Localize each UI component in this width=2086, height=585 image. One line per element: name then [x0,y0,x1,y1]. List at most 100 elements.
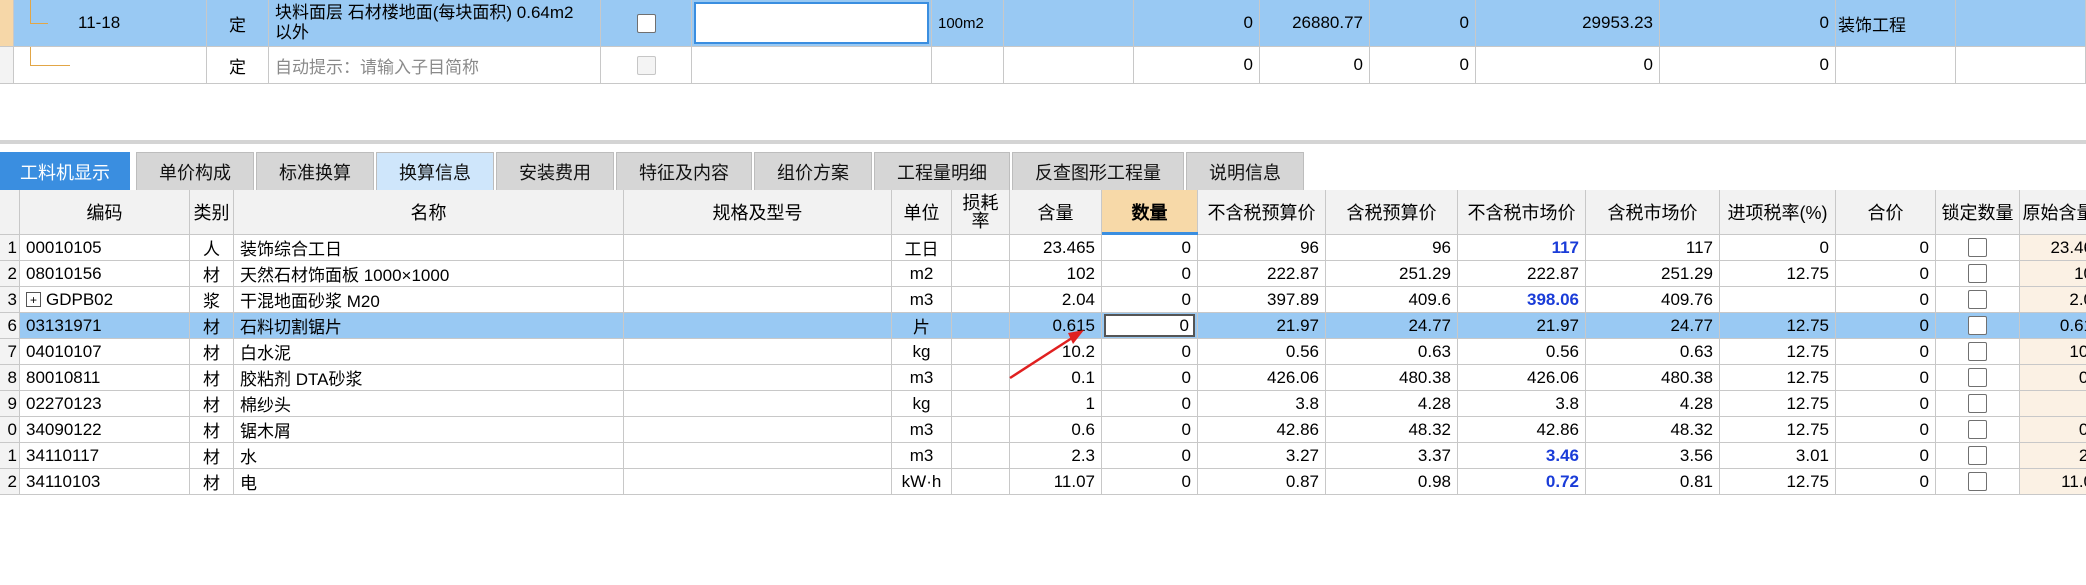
cell-qty[interactable]: 0 [1102,469,1198,495]
table-row[interactable]: 8 80010811 材胶粘剂 DTA砂浆 m3 0.1 0 426.06 480.38 426… [0,365,2086,391]
cell-market-ex[interactable]: 222.87 [1458,261,1586,287]
header-spec[interactable]: 规格及型号 [624,190,892,235]
table-row[interactable]: 2 34110103 材电 kW·h 11.07 0 0.87 0.98 0.72 0.81 12.… [0,469,2086,495]
hint-cell[interactable]: 自动提示：请输入子目简称 [269,47,601,84]
tab-unit-price[interactable]: 单价构成 [136,152,254,190]
cell-qty[interactable]: 0 [1102,313,1198,339]
cell-name[interactable]: 装饰综合工日 [234,235,624,261]
cell-market-ex[interactable]: 0.56 [1458,339,1586,365]
header-name[interactable]: 名称 [234,190,624,235]
cell-lock[interactable] [1936,287,2020,313]
cell-content[interactable]: 11.07 [1010,469,1102,495]
lock-checkbox[interactable] [1968,446,1987,465]
tab-reverse-lookup[interactable]: 反查图形工程量 [1012,152,1184,190]
cell-qty[interactable]: 0 [1102,261,1198,287]
lock-checkbox[interactable] [1968,264,1987,283]
header-qty[interactable]: 数量 [1102,190,1198,235]
edit-cell[interactable] [692,47,932,84]
tab-install-fee[interactable]: 安装费用 [496,152,614,190]
cell-lock[interactable] [1936,261,2020,287]
cell-name[interactable]: 胶粘剂 DTA砂浆 [234,365,624,391]
cell-qty[interactable]: 0 [1102,417,1198,443]
header-budget-ex[interactable]: 不含税预算价 [1198,190,1326,235]
cell-lock[interactable] [1936,339,2020,365]
cell-lock[interactable] [1936,313,2020,339]
qty-input[interactable]: 0 [1104,314,1195,337]
cell-name[interactable]: 干混地面砂浆 M20 [234,287,624,313]
header-orig[interactable]: 原始含量 [2020,190,2086,235]
lock-checkbox[interactable] [1968,472,1987,491]
cell-qty[interactable]: 0 [1102,287,1198,313]
cell-name[interactable]: 天然石材饰面板 1000×1000 [234,261,624,287]
tab-pricing-plan[interactable]: 组价方案 [754,152,872,190]
table-row[interactable]: 3 + GDPB02 浆干混地面砂浆 M20 m3 2.04 0 397.89 409.6 398… [0,287,2086,313]
header-market-ex[interactable]: 不含税市场价 [1458,190,1586,235]
checkbox-cell[interactable] [601,0,692,47]
checkbox-cell[interactable] [601,47,692,84]
cell-qty[interactable]: 0 [1102,443,1198,469]
cell-name[interactable]: 棉纱头 [234,391,624,417]
tab-labor-material[interactable]: 工料机显示 [0,152,130,190]
cell-content[interactable]: 1 [1010,391,1102,417]
lock-checkbox[interactable] [1968,368,1987,387]
top-row-selected[interactable]: 11-18 定 块料面层 石材楼地面(每块面积) 0.64m2 以外 100m2… [0,0,2086,47]
header-total[interactable]: 合价 [1836,190,1936,235]
cell-market-ex[interactable]: 3.46 [1458,443,1586,469]
cell-content[interactable]: 23.465 [1010,235,1102,261]
cell-content[interactable]: 10.2 [1010,339,1102,365]
lock-checkbox[interactable] [1968,420,1987,439]
header-market-in[interactable]: 含税市场价 [1586,190,1720,235]
cell-content[interactable]: 2.04 [1010,287,1102,313]
cell-name[interactable]: 锯木屑 [234,417,624,443]
cell-qty[interactable]: 0 [1102,235,1198,261]
table-row[interactable]: 6 03131971 材石料切割锯片片 0.615 0 21.97 24.77 21.97 24… [0,313,2086,339]
header-code[interactable]: 编码 [20,190,190,235]
lock-checkbox[interactable] [1968,394,1987,413]
top-row-new[interactable]: 定 自动提示：请输入子目简称 0 0 0 0 0 [0,47,2086,84]
cell-qty[interactable]: 0 [1102,339,1198,365]
cell-market-ex[interactable]: 42.86 [1458,417,1586,443]
cell-name[interactable]: 石料切割锯片 [234,313,624,339]
cell-market-ex[interactable]: 117 [1458,235,1586,261]
cell-lock[interactable] [1936,443,2020,469]
edit-cell[interactable] [692,0,932,47]
checkbox[interactable] [636,13,656,33]
cell-content[interactable]: 102 [1010,261,1102,287]
cell-qty[interactable]: 0 [1102,365,1198,391]
splitter[interactable] [0,140,2086,144]
active-input[interactable] [694,2,929,44]
cell-content[interactable]: 0.6 [1010,417,1102,443]
cell-qty[interactable]: 0 [1102,391,1198,417]
lock-checkbox[interactable] [1968,290,1987,309]
name-cell[interactable]: 块料面层 石材楼地面(每块面积) 0.64m2 以外 [269,0,601,47]
cell-content[interactable]: 0.615 [1010,313,1102,339]
lock-checkbox[interactable] [1968,316,1987,335]
cell-market-ex[interactable]: 3.8 [1458,391,1586,417]
tab-quantity-detail[interactable]: 工程量明细 [874,152,1010,190]
cell-market-ex[interactable]: 21.97 [1458,313,1586,339]
table-row[interactable]: 1 00010105 人装饰综合工日 工日 23.465 0 96 96 117 117 0 0 23.… [0,235,2086,261]
table-row[interactable]: 7 04010107 材白水泥 kg 10.2 0 0.56 0.63 0.56 0.63 12.7… [0,339,2086,365]
cell-lock[interactable] [1936,365,2020,391]
header-budget-in[interactable]: 含税预算价 [1326,190,1458,235]
cell-market-ex[interactable]: 0.72 [1458,469,1586,495]
cell-market-ex[interactable]: 398.06 [1458,287,1586,313]
cell-lock[interactable] [1936,417,2020,443]
lock-checkbox[interactable] [1968,342,1987,361]
header-tax[interactable]: 进项税率(%) [1720,190,1836,235]
cell-market-ex[interactable]: 426.06 [1458,365,1586,391]
cell-name[interactable]: 水 [234,443,624,469]
cell-lock[interactable] [1936,469,2020,495]
table-row[interactable]: 2 08010156 材天然石材饰面板 1000×1000 m2 102 0 222.87 2… [0,261,2086,287]
header-type[interactable]: 类别 [190,190,234,235]
table-row[interactable]: 9 02270123 材棉纱头 kg 1 0 3.8 4.28 3.8 4.28 12.75 0 [0,391,2086,417]
tab-features[interactable]: 特征及内容 [616,152,752,190]
cell-lock[interactable] [1936,235,2020,261]
cell-content[interactable]: 0.1 [1010,365,1102,391]
cell-lock[interactable] [1936,391,2020,417]
checkbox[interactable] [636,55,656,75]
header-unit[interactable]: 单位 [892,190,952,235]
tab-standard-convert[interactable]: 标准换算 [256,152,374,190]
cell-content[interactable]: 2.3 [1010,443,1102,469]
expand-icon[interactable]: + [26,292,41,307]
